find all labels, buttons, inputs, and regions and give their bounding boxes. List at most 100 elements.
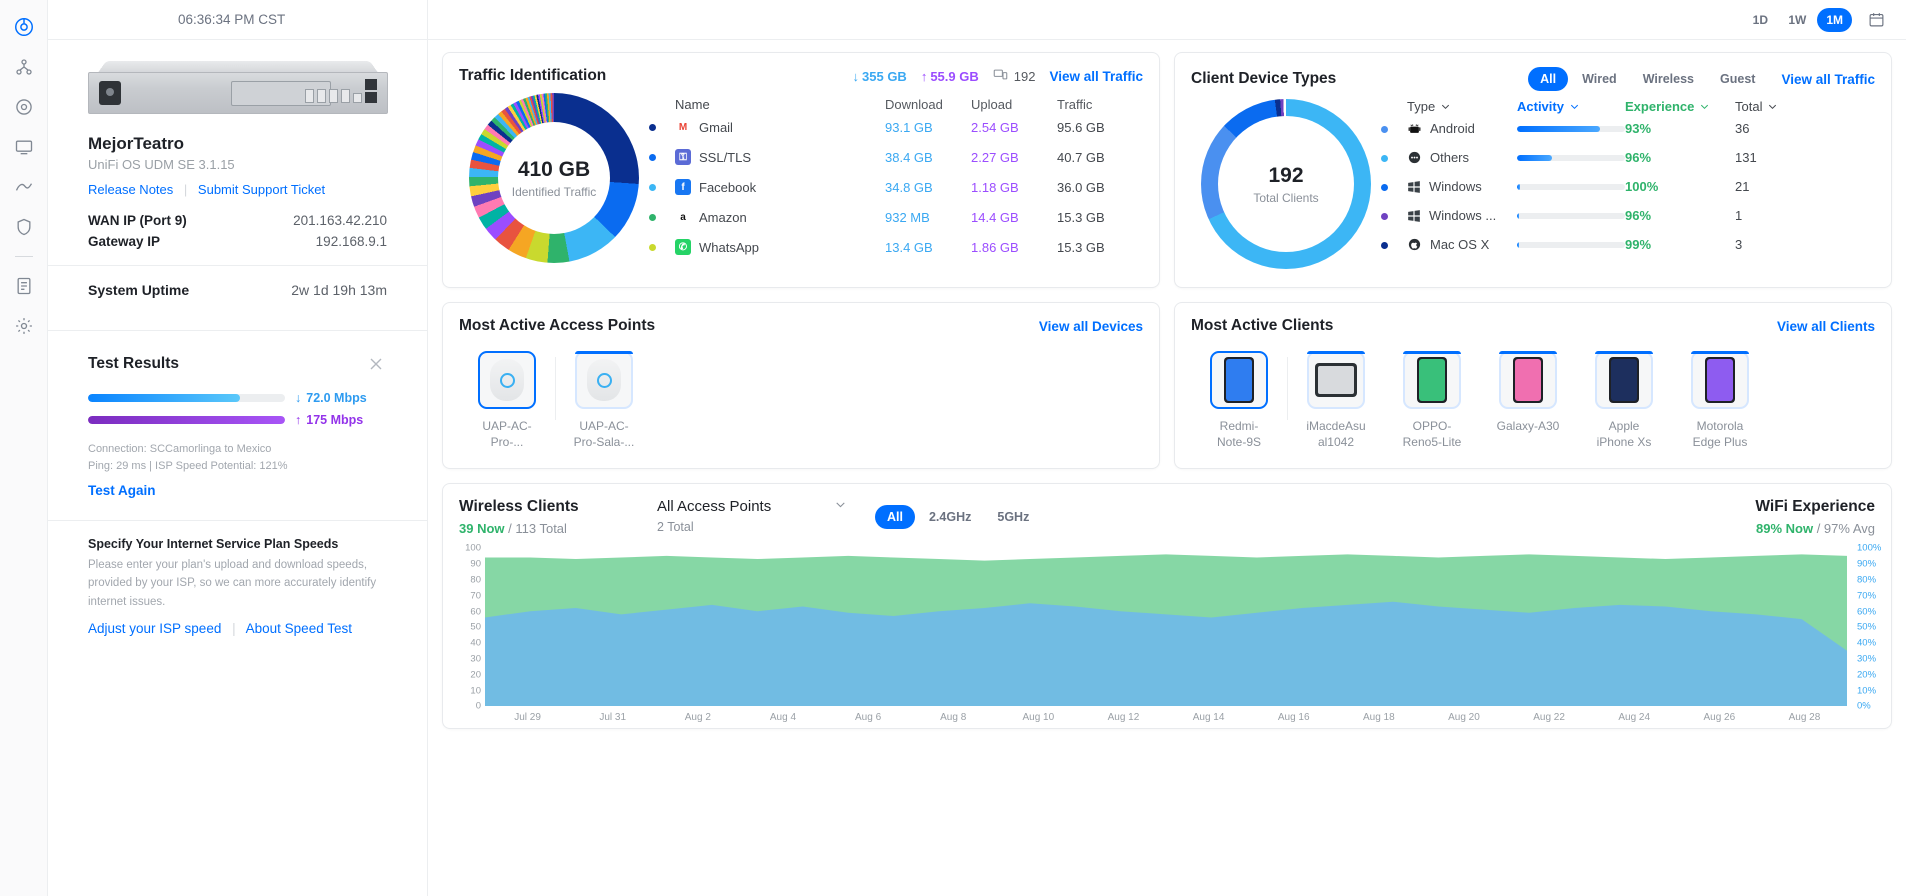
access-point-selector-row[interactable]: All Access Points <box>657 498 847 515</box>
adjust-isp-speed-link[interactable]: Adjust your ISP speed <box>88 621 221 636</box>
device-types-view-all-link[interactable]: View all Traffic <box>1781 72 1875 87</box>
gateway-ip-value: 192.168.9.1 <box>316 234 387 249</box>
insights-icon[interactable] <box>7 170 41 204</box>
about-speed-test-link[interactable]: About Speed Test <box>246 621 352 636</box>
access-point-selector[interactable]: All Access Points 2 Total <box>657 498 847 534</box>
ping-text: Ping: 29 ms | ISP Speed Potential: 121% <box>88 458 387 475</box>
access-point-icon <box>478 351 536 409</box>
device-type-label: Android <box>1430 121 1475 136</box>
upload-arrow-icon: ↑ <box>921 69 928 84</box>
table-row[interactable]: aAmazon932 MB14.4 GB15.3 GB <box>649 202 1143 232</box>
list-item[interactable]: iMacdeAsual1042 <box>1288 351 1384 450</box>
devices-icon[interactable] <box>7 130 41 164</box>
table-row[interactable]: Windows100%21 <box>1381 172 1875 201</box>
chevron-down-icon[interactable] <box>1699 101 1710 112</box>
device-filter-wireless[interactable]: Wireless <box>1631 67 1706 91</box>
device-color-dot <box>1381 150 1407 165</box>
table-row[interactable]: Others96%131 <box>1381 143 1875 172</box>
imac-icon <box>1307 351 1365 409</box>
y-tick-left: 90 <box>470 559 481 570</box>
device-activity-cell <box>1517 126 1625 132</box>
device-col-type[interactable]: Type <box>1407 99 1451 114</box>
list-item[interactable]: Galaxy-A30 <box>1480 351 1576 434</box>
traffic-col-download: Download <box>885 97 971 112</box>
clients-title: Most Active Clients <box>1191 317 1333 335</box>
shield-icon[interactable] <box>7 210 41 244</box>
wifi-experience-title: WiFi Experience <box>1755 498 1875 516</box>
release-notes-link[interactable]: Release Notes <box>88 182 173 197</box>
traffic-card-stats: ↓ 355 GB ↑ 55.9 GB <box>853 67 1143 85</box>
table-row[interactable]: MGmail93.1 GB2.54 GB95.6 GB <box>649 112 1143 142</box>
protect-icon[interactable] <box>7 90 41 124</box>
device-activity-cell <box>1517 213 1625 219</box>
view-all-devices-link[interactable]: View all Devices <box>1039 319 1143 334</box>
speed-bars: ↓ 72.0 Mbps ↑ 175 Mbps <box>48 375 427 427</box>
unifi-logo-icon[interactable] <box>7 10 41 44</box>
chevron-down-icon[interactable] <box>834 498 847 515</box>
table-row[interactable]: Android93%36 <box>1381 114 1875 143</box>
tile-label: Redmi-Note-9S <box>1217 418 1261 450</box>
identified-traffic-value: 410 GB <box>518 158 590 182</box>
list-item[interactable]: AppleiPhone Xs <box>1576 351 1672 450</box>
tile-label-line1: OPPO- <box>1413 419 1452 433</box>
band-filter-all[interactable]: All <box>875 505 915 529</box>
band-filter-2-4ghz[interactable]: 2.4GHz <box>917 505 983 529</box>
system-uptime-row: System Uptime 2w 1d 19h 13m <box>48 266 427 314</box>
list-item[interactable]: Redmi-Note-9S <box>1191 351 1287 450</box>
traffic-donut-center: 410 GB Identified Traffic <box>498 122 610 234</box>
submit-support-ticket-link[interactable]: Submit Support Ticket <box>198 182 325 197</box>
wan-ip-row: WAN IP (Port 9) 201.163.42.210 <box>48 207 427 228</box>
chevron-down-icon[interactable] <box>1440 101 1451 112</box>
series-wireless-clients <box>485 602 1847 706</box>
table-row[interactable]: fFacebook34.8 GB1.18 GB36.0 GB <box>649 172 1143 202</box>
whatsapp-icon: ✆ <box>675 239 691 255</box>
time-range-segmented-control[interactable]: 1D1W1M <box>1743 8 1852 32</box>
list-item[interactable]: OPPO-Reno5-Lite <box>1384 351 1480 450</box>
list-item[interactable]: UAP-AC-Pro-Sala-... <box>556 351 652 450</box>
device-col-experience[interactable]: Experience <box>1625 99 1710 114</box>
traffic-upload-cell: 14.4 GB <box>971 210 1057 225</box>
network-icon[interactable] <box>7 50 41 84</box>
time-range-1w[interactable]: 1W <box>1779 8 1815 32</box>
settings-icon[interactable] <box>7 309 41 343</box>
speed-test-meta: Connection: SCCamorlinga to Mexico Ping:… <box>48 435 427 475</box>
time-range-1m[interactable]: 1M <box>1817 8 1852 32</box>
close-icon[interactable] <box>365 353 387 375</box>
band-filter-group[interactable]: All2.4GHz5GHz <box>875 505 1041 529</box>
band-filter-5ghz[interactable]: 5GHz <box>985 505 1041 529</box>
os-version: UniFi OS UDM SE 3.1.15 <box>48 154 427 172</box>
time-range-1d[interactable]: 1D <box>1743 8 1777 32</box>
device-type-filter-group[interactable]: AllWiredWirelessGuest <box>1528 67 1767 91</box>
logs-icon[interactable] <box>7 269 41 303</box>
isp-plan-box: Specify Your Internet Service Plan Speed… <box>48 520 427 636</box>
gateway-ip-label: Gateway IP <box>88 234 160 249</box>
table-row[interactable]: Mac OS X99%3 <box>1381 230 1875 259</box>
isp-title: Specify Your Internet Service Plan Speed… <box>88 537 387 551</box>
list-item[interactable]: MotorolaEdge Plus <box>1672 351 1768 450</box>
table-row[interactable]: ✆WhatsApp13.4 GB1.86 GB15.3 GB <box>649 232 1143 262</box>
device-filter-all[interactable]: All <box>1528 67 1568 91</box>
device-filter-wired[interactable]: Wired <box>1570 67 1629 91</box>
phone-icon <box>1609 357 1639 403</box>
device-types-controls: AllWiredWirelessGuest View all Traffic <box>1528 67 1875 91</box>
device-col-total[interactable]: Total <box>1735 99 1778 114</box>
view-all-traffic-link[interactable]: View all Traffic <box>1049 69 1143 84</box>
traffic-traffic-cell: 15.3 GB <box>1057 210 1143 225</box>
traffic-col-upload: Upload <box>971 97 1057 112</box>
main-area: 1D1W1M Traffic Identification ↓ <box>428 0 1906 896</box>
x-tick-label: Aug 10 <box>1022 712 1054 723</box>
download-bar-fill <box>88 394 240 402</box>
calendar-icon[interactable] <box>1862 6 1890 34</box>
test-again-link[interactable]: Test Again <box>88 483 156 498</box>
upload-speed-row: ↑ 175 Mbps <box>88 413 387 427</box>
table-row[interactable]: Windows ...96%1 <box>1381 201 1875 230</box>
table-row[interactable]: ⚿SSL/TLS38.4 GB2.27 GB40.7 GB <box>649 142 1143 172</box>
device-col-activity[interactable]: Activity <box>1517 99 1580 114</box>
y-tick-left: 70 <box>470 590 481 601</box>
chevron-down-icon[interactable] <box>1767 101 1778 112</box>
device-filter-guest[interactable]: Guest <box>1708 67 1767 91</box>
device-col-label: Type <box>1407 99 1435 114</box>
view-all-clients-link[interactable]: View all Clients <box>1777 319 1875 334</box>
list-item[interactable]: UAP-AC-Pro-... <box>459 351 555 450</box>
chevron-down-icon[interactable] <box>1569 101 1580 112</box>
